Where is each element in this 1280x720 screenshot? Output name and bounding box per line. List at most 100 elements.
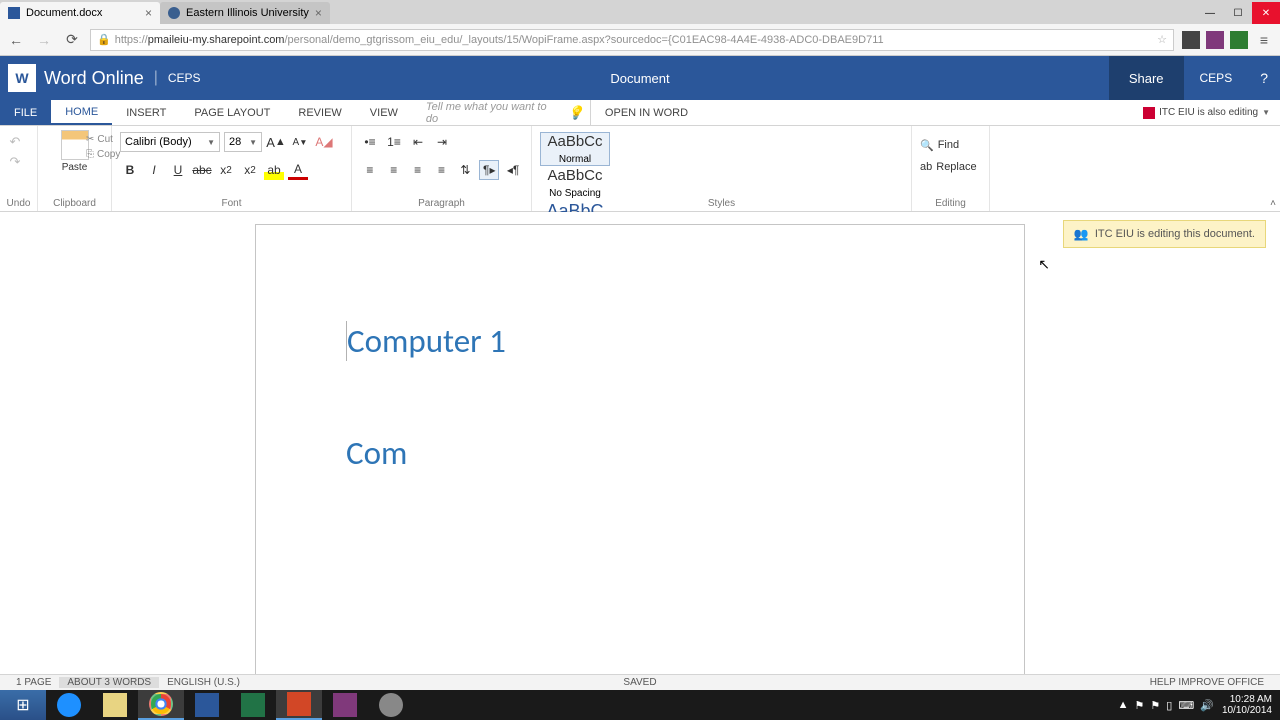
underline-button[interactable]: U (168, 160, 188, 180)
align-center-button[interactable]: ≡ (384, 160, 404, 180)
paste-button[interactable]: Paste (61, 130, 89, 173)
bold-button[interactable]: B (120, 160, 140, 180)
tab-insert[interactable]: INSERT (112, 100, 180, 125)
page-count[interactable]: 1 PAGE (8, 677, 59, 688)
font-color-button[interactable]: A (288, 160, 308, 180)
document-line-2[interactable]: Com (346, 433, 934, 473)
italic-button[interactable]: I (144, 160, 164, 180)
lightbulb-icon: 💡 (568, 105, 584, 121)
decrease-indent-button[interactable]: ⇤ (408, 132, 428, 152)
close-tab-icon[interactable]: × (315, 6, 322, 20)
reload-button[interactable]: ⟳ (62, 30, 82, 50)
word-count[interactable]: ABOUT 3 WORDS (59, 677, 159, 688)
ltr-button[interactable]: ¶▸ (479, 160, 499, 180)
browser-tab-eiu[interactable]: Eastern Illinois University × (160, 2, 330, 24)
onenote-ext-icon[interactable] (1206, 31, 1224, 49)
tray-keyboard-icon[interactable]: ⌨ (1178, 699, 1194, 712)
tell-me-input[interactable]: Tell me what you want to do 💡 (420, 100, 590, 125)
rtl-button[interactable]: ◂¶ (503, 160, 523, 180)
tab-title: Document.docx (26, 7, 102, 19)
collapse-ribbon-button[interactable]: ˄ (1270, 198, 1276, 209)
highlight-button[interactable]: ab (264, 160, 284, 180)
tenant-name[interactable]: CEPS (168, 71, 201, 85)
browser-tab-strip: Document.docx × Eastern Illinois Univers… (0, 0, 1280, 24)
taskbar-powerpoint[interactable] (276, 690, 322, 720)
clipboard-group: Paste ✂ Cut ⎘ Copy Clipboard (38, 126, 112, 211)
style-no-spacing[interactable]: AaBbCcNo Spacing (540, 166, 610, 200)
taskbar-excel[interactable] (230, 690, 276, 720)
document-page[interactable]: Computer 1 Com (255, 224, 1025, 674)
clock-date: 10/10/2014 (1222, 705, 1272, 716)
open-in-word-button[interactable]: OPEN IN WORD (590, 100, 702, 125)
forward-button[interactable]: → (34, 30, 54, 50)
menu-icon[interactable]: ≡ (1254, 30, 1274, 50)
tray-flag-icon[interactable]: ⚑ (1135, 699, 1145, 712)
extension-icon[interactable] (1182, 31, 1200, 49)
replace-button[interactable]: abReplace (920, 156, 981, 178)
tray-flag-icon[interactable]: ⚑ (1150, 699, 1160, 712)
increase-indent-button[interactable]: ⇥ (432, 132, 452, 152)
tray-volume-icon[interactable]: 🔊 (1200, 699, 1214, 712)
font-size-select[interactable]: 28▼ (224, 132, 262, 152)
tellme-placeholder: Tell me what you want to do (426, 101, 562, 125)
extension-icon[interactable] (1230, 31, 1248, 49)
justify-button[interactable]: ≡ (432, 160, 452, 180)
url-input[interactable]: 🔒 https://pmaileiu-my.sharepoint.com/per… (90, 29, 1174, 51)
numbering-button[interactable]: 1≡ (384, 132, 404, 152)
taskbar-snipping[interactable] (368, 690, 414, 720)
tab-file[interactable]: FILE (0, 100, 51, 125)
close-window-button[interactable]: ✕ (1252, 2, 1280, 24)
grow-font-button[interactable]: A▲ (266, 132, 286, 152)
document-line-1[interactable]: Computer 1 (346, 321, 934, 361)
redo-button[interactable]: ↷ (10, 154, 28, 168)
clear-format-button[interactable]: A◢ (314, 132, 334, 152)
back-button[interactable]: ← (6, 30, 26, 50)
strikethrough-button[interactable]: abc (192, 160, 212, 180)
group-label: Font (112, 198, 351, 209)
line-spacing-button[interactable]: ⇅ (455, 160, 475, 180)
help-improve-link[interactable]: HELP IMPROVE OFFICE (1142, 677, 1272, 688)
font-name-select[interactable]: Calibri (Body)▼ (120, 132, 220, 152)
group-label: Paragraph (352, 198, 531, 209)
tab-review[interactable]: REVIEW (284, 100, 355, 125)
subscript-button[interactable]: x2 (216, 160, 236, 180)
mouse-cursor-icon: ↖ (1038, 256, 1050, 273)
minimize-button[interactable]: — (1196, 2, 1224, 24)
taskbar-clock[interactable]: 10:28 AM 10/10/2014 (1222, 694, 1272, 716)
bullets-button[interactable]: •≡ (360, 132, 380, 152)
share-button[interactable]: Share (1109, 56, 1184, 100)
taskbar-word[interactable] (184, 690, 230, 720)
eiu-favicon-icon (168, 7, 180, 19)
group-label: Editing (912, 198, 989, 209)
align-left-button[interactable]: ≡ (360, 160, 380, 180)
help-button[interactable]: ? (1248, 70, 1280, 86)
maximize-button[interactable]: ☐ (1224, 2, 1252, 24)
shrink-font-button[interactable]: A▼ (290, 132, 310, 152)
user-menu[interactable]: CEPS (1184, 71, 1249, 85)
taskbar-ie[interactable] (46, 690, 92, 720)
coauthor-notice[interactable]: ITC EIU is also editing ▼ (1133, 100, 1280, 125)
replace-icon: ab (920, 161, 932, 173)
language[interactable]: ENGLISH (U.S.) (159, 677, 248, 688)
group-label: Clipboard (38, 198, 111, 209)
find-button[interactable]: 🔍Find (920, 134, 981, 156)
taskbar-file-explorer[interactable] (92, 690, 138, 720)
undo-button[interactable]: ↶ (10, 134, 28, 148)
superscript-button[interactable]: x2 (240, 160, 260, 180)
close-tab-icon[interactable]: × (145, 6, 152, 20)
start-button[interactable]: ⊞ (0, 690, 46, 720)
tab-home[interactable]: HOME (51, 100, 112, 125)
tray-up-icon[interactable]: ▲ (1118, 699, 1129, 712)
taskbar-onenote[interactable] (322, 690, 368, 720)
document-canvas: 👥 ITC EIU is editing this document. ↖ Co… (0, 212, 1280, 674)
tab-page-layout[interactable]: PAGE LAYOUT (180, 100, 284, 125)
style-normal[interactable]: AaBbCcNormal (540, 132, 610, 166)
taskbar-chrome[interactable] (138, 690, 184, 720)
url-host: pmaileiu-my.sharepoint.com (148, 34, 285, 46)
bookmark-icon[interactable]: ☆ (1157, 33, 1167, 46)
tab-view[interactable]: VIEW (356, 100, 412, 125)
align-right-button[interactable]: ≡ (408, 160, 428, 180)
browser-tab-document[interactable]: Document.docx × (0, 2, 160, 24)
tray-network-icon[interactable]: ▯ (1166, 699, 1172, 712)
document-title: Document (610, 71, 669, 86)
